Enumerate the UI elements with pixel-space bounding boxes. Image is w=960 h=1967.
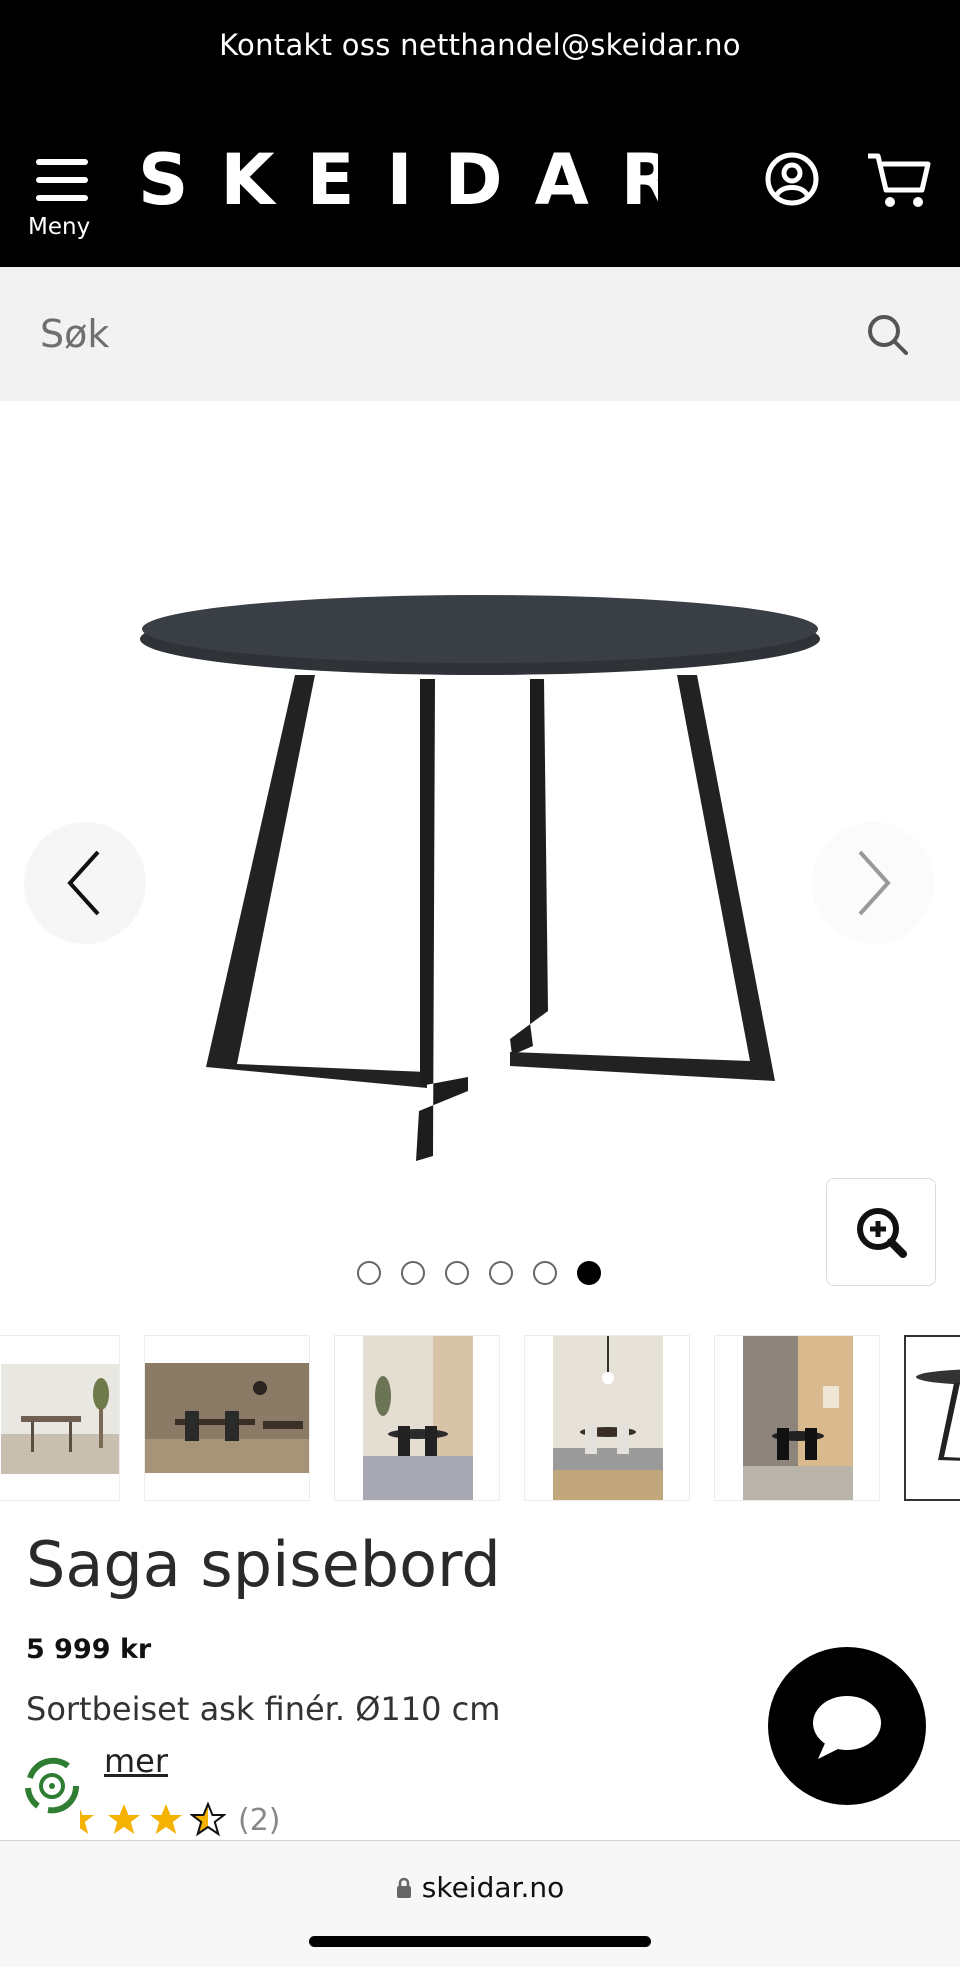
lock-icon: [396, 1877, 411, 1898]
product-title: Saga spisebord: [26, 1528, 501, 1601]
thumbnail-image: [363, 1336, 473, 1500]
cart-icon: [868, 153, 931, 207]
read-more-link[interactable]: mer: [104, 1742, 168, 1780]
home-indicator[interactable]: [309, 1936, 651, 1947]
thumbnail[interactable]: [714, 1335, 880, 1501]
pagination-dot[interactable]: [489, 1261, 513, 1285]
eco-badge[interactable]: [18, 1752, 86, 1820]
browser-address-bar: skeidar.no: [0, 1840, 960, 1967]
product-description: Sortbeiset ask finér. Ø110 cm: [26, 1690, 501, 1728]
product-image: [140, 595, 820, 1161]
thumbnail-image: [916, 1369, 960, 1461]
review-count: (2): [238, 1802, 281, 1838]
menu-label: Meny: [28, 214, 91, 240]
thumbnail-image: [1, 1364, 119, 1474]
pagination-dot[interactable]: [401, 1261, 425, 1285]
search-icon[interactable]: [866, 313, 910, 357]
thumbnail-image: [743, 1336, 853, 1500]
thumbnail-strip: [0, 1335, 960, 1501]
pagination-dot[interactable]: [533, 1261, 557, 1285]
previous-image-button[interactable]: [24, 822, 146, 944]
product-rating[interactable]: (2): [80, 1797, 281, 1843]
contact-banner[interactable]: Kontakt oss netthandel@skeidar.no: [0, 28, 960, 62]
skeidar-logo[interactable]: SKEIDAR: [138, 140, 658, 220]
thumbnail-image: [553, 1336, 663, 1500]
thumbnail[interactable]: [144, 1335, 310, 1501]
site-header: Kontakt oss netthandel@skeidar.no Meny S…: [0, 0, 960, 267]
browser-url-text: skeidar.no: [421, 1871, 565, 1904]
zoom-button[interactable]: [826, 1178, 936, 1286]
cart-button[interactable]: [866, 150, 932, 210]
chat-bubble-icon: [813, 1696, 881, 1759]
chevron-right-icon: [858, 850, 891, 916]
star-full-icon: [150, 1804, 182, 1834]
pagination-dot[interactable]: [445, 1261, 469, 1285]
star-half-icon: [190, 1802, 226, 1837]
thumbnail[interactable]: [0, 1335, 120, 1501]
zoom-in-icon: [857, 1208, 907, 1258]
star-full-icon: [108, 1804, 140, 1834]
pagination-dot[interactable]: [357, 1261, 381, 1285]
account-button[interactable]: [764, 151, 820, 207]
search-bar: [0, 267, 960, 401]
thumbnail[interactable]: [524, 1335, 690, 1501]
pagination-dot-active[interactable]: [577, 1261, 601, 1285]
gallery-pagination: [357, 1261, 601, 1285]
thumbnail-image: [145, 1363, 309, 1473]
chevron-left-icon: [67, 850, 100, 916]
next-image-button[interactable]: [812, 822, 934, 944]
thumbnail-active[interactable]: [904, 1335, 960, 1501]
user-icon: [765, 152, 819, 206]
browser-url-field[interactable]: skeidar.no: [0, 1871, 960, 1904]
hamburger-icon: [36, 159, 88, 201]
recycle-leaf-icon: [22, 1756, 82, 1816]
search-input[interactable]: [40, 303, 820, 365]
svg-text:SKEIDAR: SKEIDAR: [138, 140, 658, 220]
chat-button[interactable]: [768, 1647, 926, 1805]
rating-stars: [80, 1802, 226, 1838]
product-price: 5 999 kr: [26, 1634, 152, 1665]
thumbnail[interactable]: [334, 1335, 500, 1501]
product-gallery: [0, 401, 960, 1331]
menu-button[interactable]: Meny: [28, 152, 98, 247]
